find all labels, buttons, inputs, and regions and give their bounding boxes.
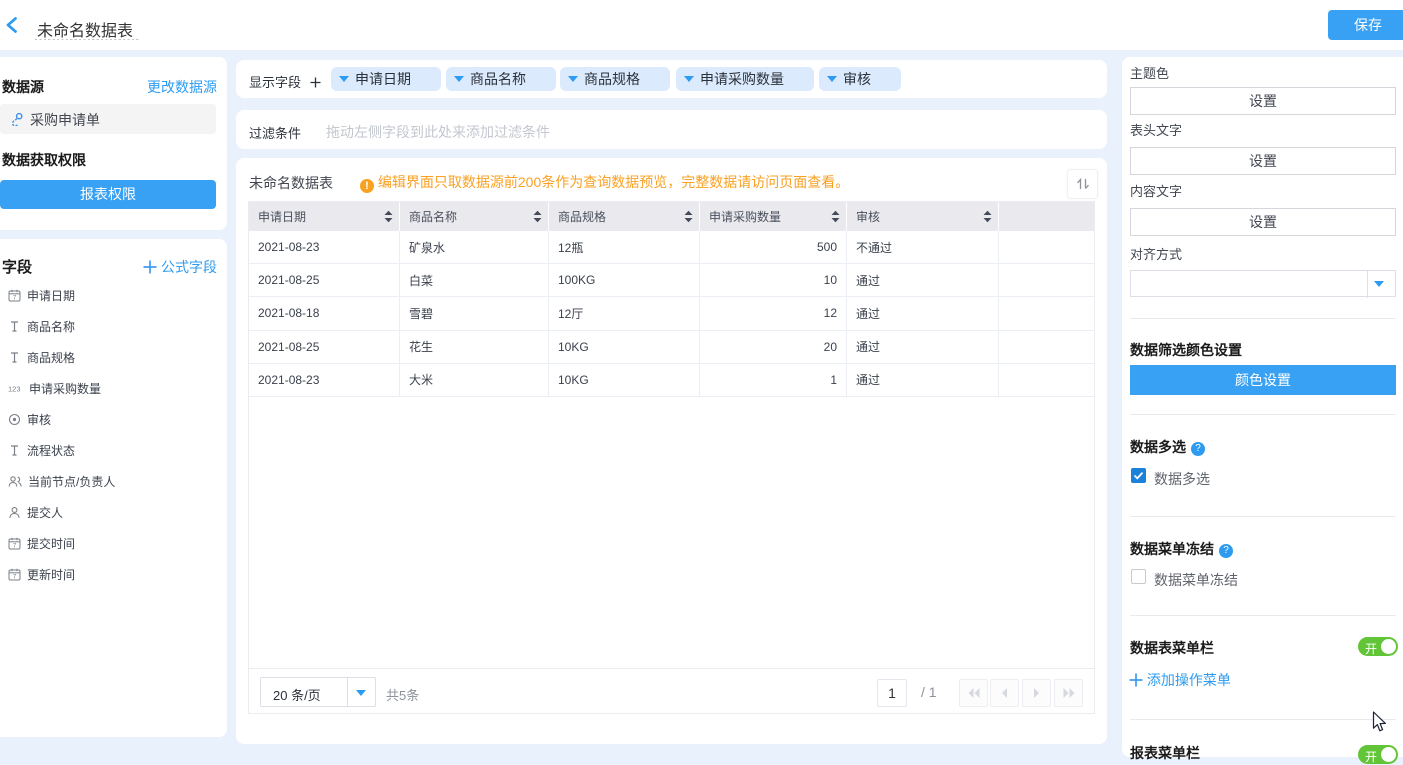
svg-text:123: 123 [8, 384, 21, 393]
